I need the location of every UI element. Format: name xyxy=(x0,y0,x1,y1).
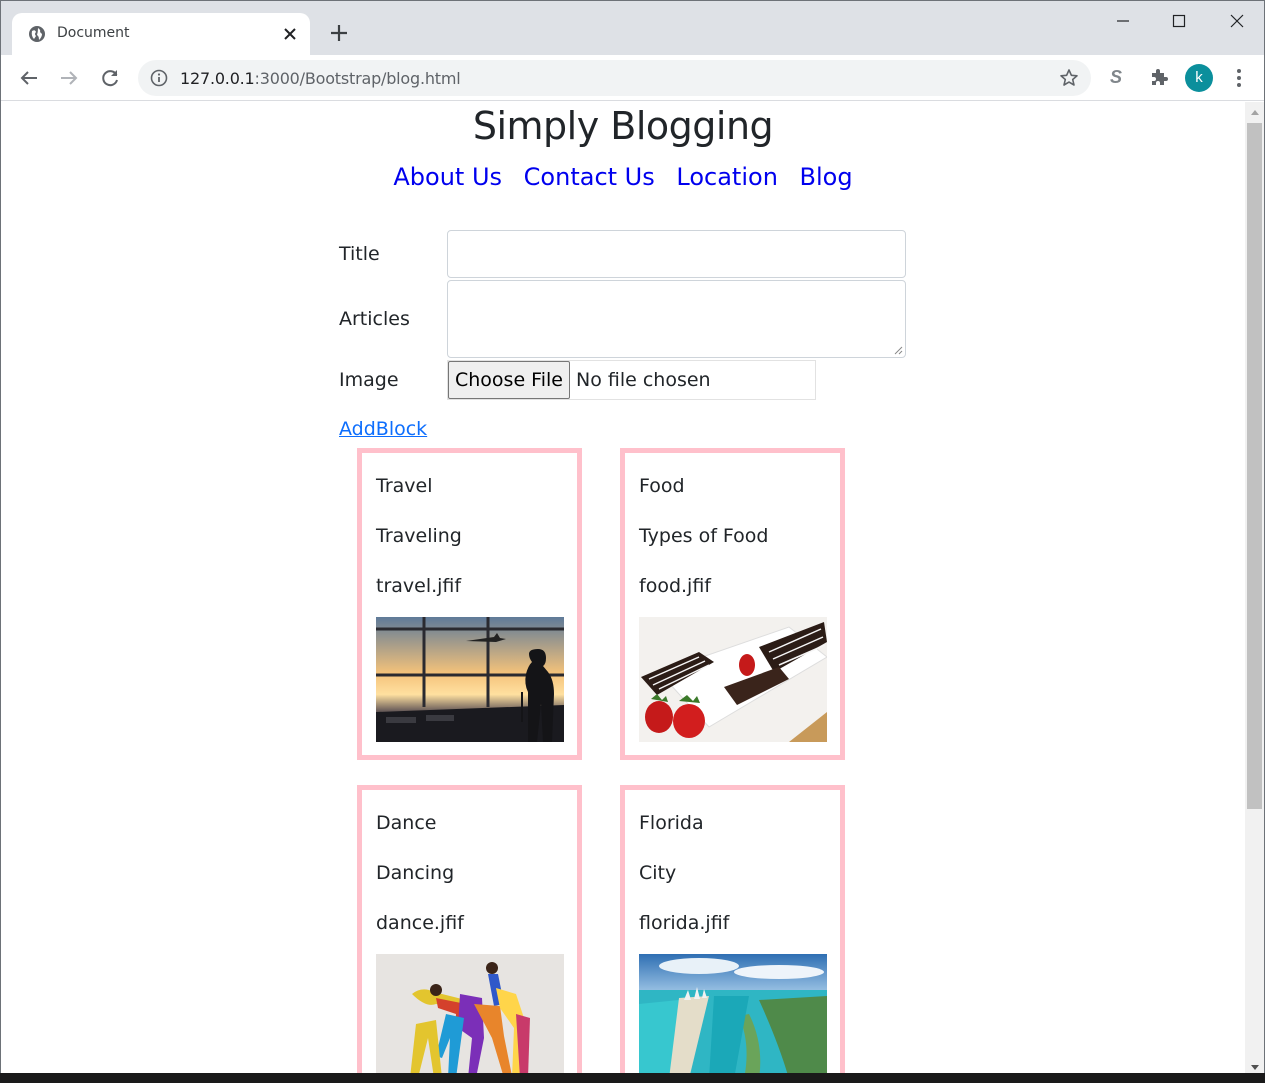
browser-window: Document 127.0.0.1:3000/Bootstrap/blog.h… xyxy=(0,0,1265,1083)
nav-link-contact-us[interactable]: Contact Us xyxy=(524,163,655,191)
blog-card-florida: Florida City florida.jfif xyxy=(620,785,845,1074)
more-menu-icon[interactable] xyxy=(1229,66,1249,90)
globe-icon xyxy=(29,26,45,42)
blog-card-dance: Dance Dancing dance.jfif xyxy=(357,785,582,1074)
bookmark-star-icon[interactable] xyxy=(1059,68,1079,88)
image-file-input[interactable]: Choose File No file chosen xyxy=(447,360,816,400)
card-text: Dancing xyxy=(376,862,455,884)
airport-sunset-image xyxy=(376,617,564,742)
card-filename: travel.jfif xyxy=(376,575,462,597)
title-label: Title xyxy=(339,243,380,265)
articles-textarea[interactable] xyxy=(447,280,906,358)
articles-label: Articles xyxy=(339,308,410,330)
chocolate-strawberries-image xyxy=(639,617,827,742)
maximize-icon[interactable] xyxy=(1167,9,1191,33)
resize-grip-icon[interactable] xyxy=(894,346,903,355)
nav-link-location[interactable]: Location xyxy=(676,163,778,191)
card-text: Types of Food xyxy=(639,525,769,547)
minimize-icon[interactable] xyxy=(1111,9,1135,33)
add-block-link[interactable]: AddBlock xyxy=(339,418,427,440)
browser-tab[interactable]: Document xyxy=(12,13,310,55)
card-title: Florida xyxy=(639,812,704,834)
blog-card-travel: Travel Traveling travel.jfif xyxy=(357,448,582,760)
close-tab-icon[interactable] xyxy=(280,24,300,44)
forward-icon[interactable] xyxy=(57,66,81,90)
card-title: Food xyxy=(639,475,685,497)
title-input[interactable] xyxy=(447,230,906,278)
address-bar[interactable]: 127.0.0.1:3000/Bootstrap/blog.html xyxy=(138,60,1091,96)
card-filename: food.jfif xyxy=(639,575,711,597)
main-nav: About Us Contact Us Location Blog xyxy=(1,163,1245,191)
card-text: Traveling xyxy=(376,525,462,547)
card-title: Dance xyxy=(376,812,437,834)
scrollbar-thumb[interactable] xyxy=(1247,123,1262,809)
browser-toolbar: 127.0.0.1:3000/Bootstrap/blog.html S k xyxy=(1,55,1264,101)
close-window-icon[interactable] xyxy=(1225,9,1249,33)
miami-aerial-image xyxy=(639,954,827,1074)
info-icon[interactable] xyxy=(150,69,168,87)
extension-s-icon[interactable]: S xyxy=(1110,67,1122,88)
back-icon[interactable] xyxy=(17,66,41,90)
card-title: Travel xyxy=(376,475,433,497)
url-text: 127.0.0.1:3000/Bootstrap/blog.html xyxy=(180,69,461,88)
page-title: Simply Blogging xyxy=(472,104,774,148)
scroll-up-icon[interactable] xyxy=(1251,110,1259,115)
profile-avatar[interactable]: k xyxy=(1185,64,1213,92)
dance-group-image xyxy=(376,954,564,1074)
tab-strip: Document xyxy=(1,1,1264,55)
blog-card-food: Food Types of Food food.jfif xyxy=(620,448,845,760)
reload-icon[interactable] xyxy=(98,66,122,90)
tab-title: Document xyxy=(57,25,130,41)
file-status: No file chosen xyxy=(576,369,711,391)
nav-link-blog[interactable]: Blog xyxy=(800,163,853,191)
new-tab-icon[interactable] xyxy=(328,22,350,44)
page-viewport: Simply Blogging About Us Contact Us Loca… xyxy=(1,102,1245,1074)
card-filename: florida.jfif xyxy=(639,912,730,934)
card-filename: dance.jfif xyxy=(376,912,464,934)
scroll-down-icon[interactable] xyxy=(1251,1065,1259,1070)
extensions-puzzle-icon[interactable] xyxy=(1148,66,1170,88)
choose-file-button[interactable]: Choose File xyxy=(448,361,570,399)
vertical-scrollbar[interactable] xyxy=(1245,102,1264,1074)
image-label: Image xyxy=(339,369,399,391)
card-text: City xyxy=(639,862,677,884)
taskbar-edge xyxy=(0,1073,1265,1083)
nav-link-about-us[interactable]: About Us xyxy=(393,163,502,191)
